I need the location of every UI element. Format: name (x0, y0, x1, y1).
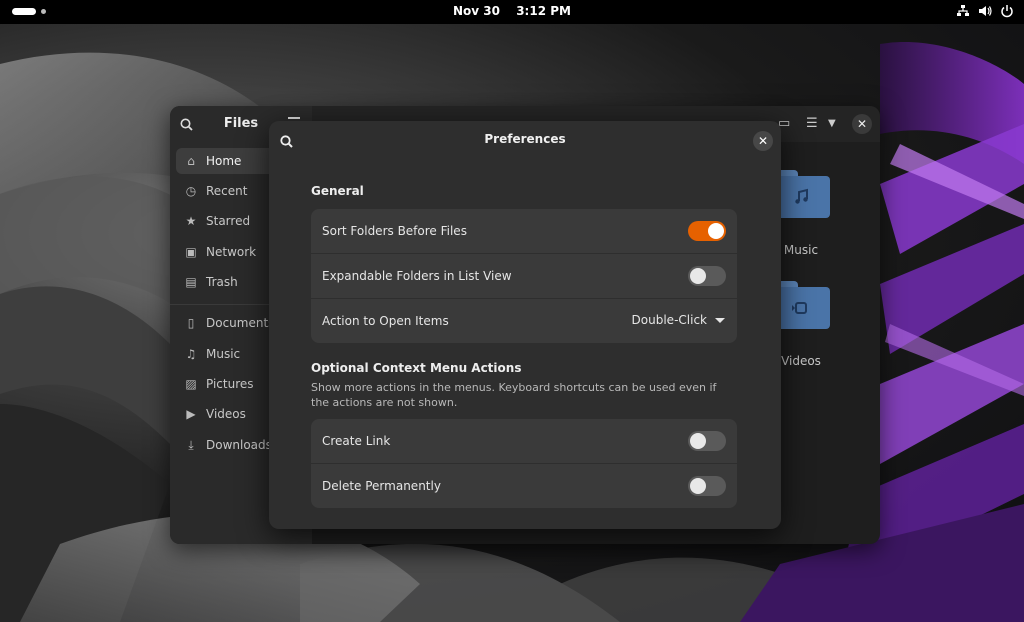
sidebar-item-label: Videos (206, 407, 246, 421)
sidebar-item-label: Pictures (206, 377, 254, 391)
close-icon[interactable]: ✕ (753, 131, 773, 151)
list-view-icon[interactable]: ☰ (806, 116, 818, 131)
sidebar-item-label: Recent (206, 184, 248, 198)
setting-label: Delete Permanently (322, 479, 441, 493)
picture-icon: ▨ (185, 377, 197, 391)
sidebar-item-label: Starred (206, 214, 251, 228)
folder-music[interactable] (774, 170, 830, 218)
folder-videos[interactable] (774, 281, 830, 329)
trash-icon: ▤ (185, 275, 197, 289)
sidebar-item-label: Network (206, 245, 257, 259)
setting-row-expandable-folders[interactable]: Expandable Folders in List View (311, 253, 737, 298)
sidebar-item-label: Downloads (206, 438, 272, 452)
video-icon: ▶ (186, 407, 196, 421)
network-icon: ▣ (185, 245, 197, 259)
sidebar-item-label: Music (206, 347, 241, 361)
chevron-down-icon (715, 317, 725, 323)
star-icon: ★ (185, 214, 197, 228)
dialog-title: Preferences (484, 132, 566, 146)
context-actions-list: Create Link Delete Permanently (311, 419, 737, 508)
general-settings-list: Sort Folders Before Files Expandable Fol… (311, 209, 737, 343)
delete-permanently-toggle[interactable] (688, 476, 726, 496)
clock-time: 3:12 PM (516, 4, 571, 18)
setting-label: Action to Open Items (322, 314, 449, 328)
home-icon: ⌂ (187, 154, 195, 168)
music-icon: ♫ (185, 347, 197, 361)
sidebar-item-label: Home (206, 154, 242, 168)
preferences-dialog: Preferences ✕ General Sort Folders Befor… (269, 121, 781, 529)
setting-label: Create Link (322, 434, 391, 448)
create-link-toggle[interactable] (688, 431, 726, 451)
setting-row-sort-folders[interactable]: Sort Folders Before Files (311, 209, 737, 253)
music-note-icon (774, 176, 830, 218)
clock-date: Nov 30 (453, 4, 501, 18)
clock-icon: ◷ (185, 184, 197, 198)
clock[interactable]: Nov 30 3:12 PM (0, 4, 1024, 18)
setting-row-create-link[interactable]: Create Link (311, 419, 737, 463)
section-title-context-menu: Optional Context Menu Actions (311, 361, 522, 375)
system-tray[interactable] (956, 4, 1014, 18)
preferences-header: Preferences ✕ (269, 121, 781, 159)
view-options-chevron-down-icon[interactable]: ▼ (828, 118, 836, 129)
video-camera-icon (774, 287, 830, 329)
download-icon: ⤓ (188, 437, 194, 452)
power-icon[interactable] (1000, 4, 1014, 18)
setting-label: Sort Folders Before Files (322, 224, 467, 238)
dropdown-value: Double-Click (631, 313, 707, 327)
section-description: Show more actions in the menus. Keyboard… (311, 381, 717, 409)
section-title-general: General (311, 184, 364, 198)
sort-folders-toggle[interactable] (688, 221, 726, 241)
setting-row-action-open-items[interactable]: Action to Open Items Double-Click (311, 298, 737, 343)
setting-row-delete-permanently[interactable]: Delete Permanently (311, 463, 737, 508)
open-action-dropdown[interactable]: Double-Click (632, 313, 725, 327)
close-icon[interactable]: ✕ (852, 114, 872, 134)
sidebar-item-label: Trash (206, 275, 238, 289)
top-bar: Nov 30 3:12 PM (0, 0, 1024, 24)
volume-icon[interactable] (978, 4, 992, 18)
sidebar-item-label: Documents (206, 316, 275, 330)
document-icon: ▯ (187, 316, 195, 330)
expandable-folders-toggle[interactable] (688, 266, 726, 286)
network-icon[interactable] (956, 4, 970, 18)
setting-label: Expandable Folders in List View (322, 269, 512, 283)
